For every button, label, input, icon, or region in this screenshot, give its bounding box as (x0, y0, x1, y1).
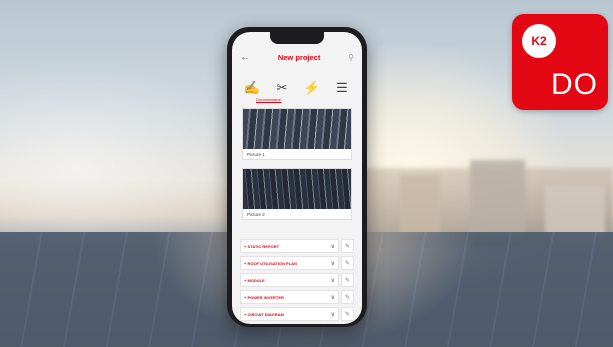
pencil-icon[interactable]: ✎ (341, 290, 354, 304)
list-item: + MODULE ∨ ✎ (240, 273, 354, 287)
haze (0, 60, 260, 240)
app-icon-badge: K2 DO (512, 14, 608, 110)
chevron-down-icon[interactable]: ∨ (331, 260, 335, 267)
tools-icon[interactable]: ✂ (272, 79, 292, 97)
list-item: + POWER INVERTER ∨ ✎ (240, 290, 354, 304)
pencil-icon[interactable]: ✎ (341, 273, 354, 287)
list-item: + STATIC REPORT ∨ ✎ (240, 239, 354, 253)
app-header: ← New project ⚲ (232, 48, 362, 66)
active-tool-label: Documentation (256, 98, 282, 102)
search-icon[interactable]: ⚲ (348, 53, 354, 62)
building (470, 160, 525, 240)
page-title: New project (277, 52, 321, 62)
list-item: + ROOF UTILISATION PLAN ∨ ✎ (240, 256, 354, 270)
chevron-down-icon[interactable]: ∨ (331, 311, 335, 318)
list-item: + CIRCUIT DIAGRAM ∨ ✎ (240, 307, 354, 321)
section-list: + STATIC REPORT ∨ ✎ + ROOF UTILISATION P… (240, 239, 354, 324)
arrow-left-icon[interactable]: ← (240, 52, 250, 63)
picture-caption: Picture 1 (247, 152, 265, 157)
phone-mockup: ← New project ⚲ ✍ ✂ ⚡ ☰ Documentation Pi… (227, 27, 367, 327)
section-static-report[interactable]: + STATIC REPORT ∨ (240, 239, 339, 253)
section-power-inverter[interactable]: + POWER INVERTER ∨ (240, 290, 339, 304)
section-label: + CIRCUIT DIAGRAM (244, 311, 284, 317)
section-module[interactable]: + MODULE ∨ (240, 273, 339, 287)
building (400, 175, 440, 235)
section-roof-utilisation-plan[interactable]: + ROOF UTILISATION PLAN ∨ (240, 256, 339, 270)
roof-photo (243, 109, 351, 149)
picture-card[interactable]: Picture 2 (242, 168, 352, 220)
pencil-icon[interactable]: ✎ (341, 239, 354, 253)
k2-logo-icon: K2 (522, 24, 556, 58)
picture-card[interactable]: Picture 1 (242, 108, 352, 160)
phone-screen: ← New project ⚲ ✍ ✂ ⚡ ☰ Documentation Pi… (232, 32, 362, 324)
chevron-down-icon[interactable]: ∨ (331, 277, 335, 284)
phone-notch (270, 32, 324, 44)
roof-photo (243, 169, 351, 209)
pencil-icon[interactable]: ✎ (341, 307, 354, 321)
section-label: + POWER INVERTER (244, 294, 284, 300)
chevron-down-icon[interactable]: ∨ (331, 243, 335, 250)
checklist-icon[interactable]: ☰ (332, 79, 352, 97)
badge-text: DO (551, 68, 598, 101)
section-label: + ROOF UTILISATION PLAN (244, 260, 297, 266)
chevron-down-icon[interactable]: ∨ (331, 294, 335, 301)
section-label: + STATIC REPORT (244, 243, 280, 249)
section-circuit-diagram[interactable]: + CIRCUIT DIAGRAM ∨ (240, 307, 339, 321)
solar-panel-icon[interactable]: ⚡ (302, 79, 322, 97)
document-icon[interactable]: ✍ (242, 79, 262, 97)
pencil-icon[interactable]: ✎ (341, 256, 354, 270)
tool-bar: ✍ ✂ ⚡ ☰ (242, 76, 352, 100)
picture-caption: Picture 2 (247, 212, 265, 217)
section-label: + MODULE (244, 277, 265, 283)
